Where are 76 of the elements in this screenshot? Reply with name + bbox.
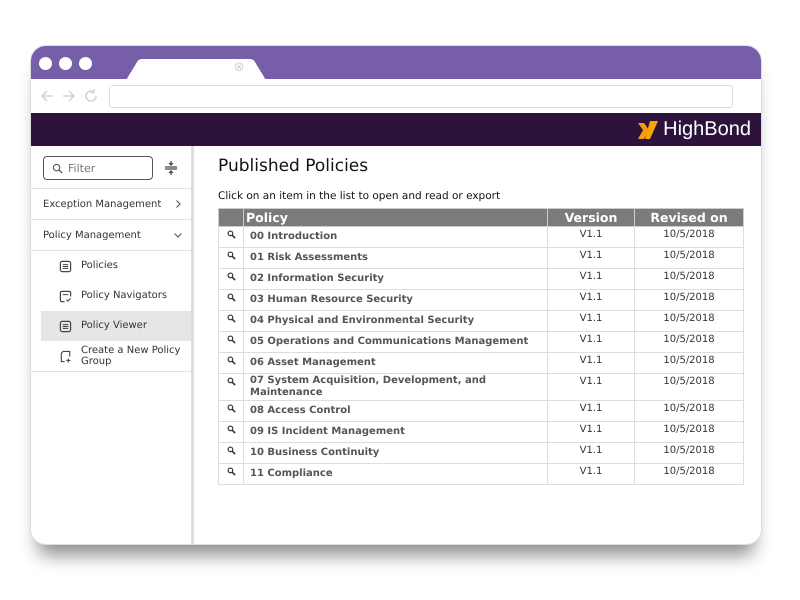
table-cell: V1.1 — [548, 464, 634, 484]
search-icon — [52, 162, 63, 174]
policy-link[interactable]: 00 Introduction — [244, 226, 548, 248]
table-cell: V1.1 — [548, 442, 634, 464]
policy-link[interactable]: 09 IS Incident Management — [244, 422, 548, 442]
sidebar-group[interactable]: Policy Management — [31, 220, 191, 251]
column-header[interactable]: Version — [548, 208, 634, 226]
column-header[interactable]: Revised on — [634, 208, 744, 226]
policy-link[interactable]: 10 Business Continuity — [244, 442, 548, 464]
document-check-icon — [59, 290, 72, 302]
search-icon[interactable] — [226, 446, 236, 455]
table-cell: 10/5/2018 — [634, 352, 744, 374]
table-cell: 10/5/2018 — [634, 226, 744, 248]
brand-name: HighBond — [663, 118, 751, 141]
table-cell: V1.1 — [548, 422, 634, 442]
table-cell: V1.1 — [548, 290, 634, 310]
add-folder-icon — [59, 350, 72, 362]
table-cell: V1.1 — [548, 400, 634, 422]
search-icon[interactable] — [226, 335, 236, 344]
policy-link[interactable]: 04 Physical and Environmental Security — [244, 310, 548, 332]
table-cell: 10/5/2018 — [634, 332, 744, 352]
group-label: Policy Management — [43, 230, 141, 240]
search-icon[interactable] — [226, 230, 236, 239]
column-header[interactable]: Policy — [244, 208, 548, 226]
filter-field[interactable]: Filter — [43, 156, 153, 180]
table-cell: V1.1 — [548, 268, 634, 290]
sidebar-item[interactable]: Policy Viewer — [41, 311, 191, 341]
policy-link[interactable]: 06 Asset Management — [244, 352, 548, 374]
search-icon[interactable] — [226, 293, 236, 302]
table-cell: V1.1 — [548, 226, 634, 248]
document-icon — [59, 320, 72, 332]
search-icon[interactable] — [226, 251, 236, 260]
window-control-icon[interactable] — [59, 57, 72, 70]
table-cell: 10/5/2018 — [634, 248, 744, 268]
policy-link[interactable]: 02 Information Security — [244, 268, 548, 290]
group-label: Exception Management — [43, 198, 162, 210]
table-cell: 10/5/2018 — [634, 464, 744, 484]
table-cell: 10/5/2018 — [634, 310, 744, 332]
table-cell: V1.1 — [548, 332, 634, 352]
table-cell: V1.1 — [548, 352, 634, 374]
search-icon[interactable] — [226, 272, 236, 281]
window-control-icon[interactable] — [39, 57, 52, 70]
table-cell: 10/5/2018 — [634, 374, 744, 400]
sidebar-item[interactable]: Policy Navigators — [31, 281, 191, 311]
policy-link[interactable]: 01 Risk Assessments — [244, 248, 548, 268]
logo-icon — [638, 120, 660, 140]
policy-link[interactable]: 08 Access Control — [244, 400, 548, 422]
sidebar-group[interactable]: Exception Management — [31, 189, 191, 220]
policy-link[interactable]: 11 Compliance — [244, 464, 548, 484]
search-icon[interactable] — [226, 314, 236, 323]
table-cell: V1.1 — [548, 310, 634, 332]
collapse-icon[interactable] — [163, 160, 179, 176]
table-cell: 10/5/2018 — [634, 290, 744, 310]
search-icon[interactable] — [226, 377, 236, 386]
policy-link[interactable]: 05 Operations and Communications Management — [244, 332, 548, 352]
header-cell — [218, 208, 244, 226]
policy-link[interactable]: 07 System Acquisition, Development, and Maintenance — [244, 374, 548, 400]
table-cell: 10/5/2018 — [634, 400, 744, 422]
sidebar-item[interactable]: Create a New Policy Group — [31, 341, 191, 372]
page-title: Published Policies — [218, 156, 370, 176]
document-icon — [59, 260, 72, 272]
sidebar-item[interactable]: Policies — [31, 251, 191, 281]
table-cell: 10/5/2018 — [634, 422, 744, 442]
table-cell: V1.1 — [548, 248, 634, 268]
table-cell: V1.1 — [548, 374, 634, 400]
chevron-right-icon — [173, 199, 183, 209]
instruction-text: Click on an item in the list to open and read or export — [218, 190, 502, 202]
window-control-icon[interactable] — [79, 57, 92, 70]
search-icon[interactable] — [226, 404, 236, 413]
search-icon[interactable] — [226, 467, 236, 476]
table-cell: 10/5/2018 — [634, 268, 744, 290]
chevron-down-icon — [173, 230, 183, 240]
policy-link[interactable]: 03 Human Resource Security — [244, 290, 548, 310]
table-cell: 10/5/2018 — [634, 442, 744, 464]
search-icon[interactable] — [226, 425, 236, 434]
search-icon[interactable] — [226, 356, 236, 365]
